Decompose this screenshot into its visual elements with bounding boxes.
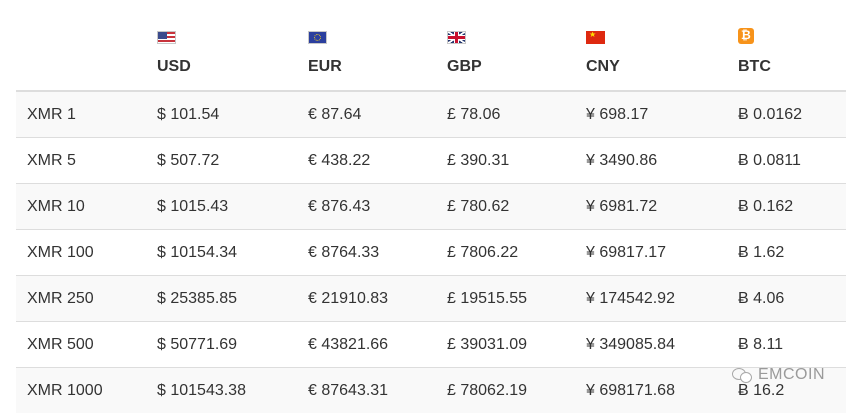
price-cell-btc: Ƀ 0.0811 [727,138,846,184]
price-cell-usd: $ 25385.85 [146,276,297,322]
row-label: XMR 1000 [16,368,146,413]
price-cell-gbp: £ 39031.09 [436,322,575,368]
price-cell-cny: ¥ 69817.17 [575,230,727,276]
row-label: XMR 1 [16,91,146,138]
header-label: BTC [738,58,771,75]
price-cell-gbp: £ 19515.55 [436,276,575,322]
conversion-table-container: USD EUR GBP CNY BTC [16,0,846,413]
price-cell-eur: € 876.43 [297,184,436,230]
row-label: XMR 100 [16,230,146,276]
table-row: XMR 1$ 101.54€ 87.64£ 78.06¥ 698.17Ƀ 0.0… [16,91,846,138]
price-cell-eur: € 8764.33 [297,230,436,276]
price-cell-cny: ¥ 349085.84 [575,322,727,368]
price-cell-btc: Ƀ 0.162 [727,184,846,230]
header-btc: BTC [727,0,846,91]
header-usd: USD [146,0,297,91]
table-row: XMR 1000$ 101543.38€ 87643.31£ 78062.19¥… [16,368,846,413]
price-cell-usd: $ 507.72 [146,138,297,184]
table-body: XMR 1$ 101.54€ 87.64£ 78.06¥ 698.17Ƀ 0.0… [16,91,846,413]
price-cell-gbp: £ 390.31 [436,138,575,184]
header-label: USD [157,58,191,75]
price-cell-btc: Ƀ 8.11 [727,322,846,368]
price-cell-usd: $ 10154.34 [146,230,297,276]
price-cell-cny: ¥ 174542.92 [575,276,727,322]
row-label: XMR 5 [16,138,146,184]
price-cell-eur: € 87643.31 [297,368,436,413]
header-gbp: GBP [436,0,575,91]
us-flag-icon [157,31,176,44]
price-cell-cny: ¥ 698.17 [575,91,727,138]
price-cell-eur: € 87.64 [297,91,436,138]
price-cell-cny: ¥ 3490.86 [575,138,727,184]
price-cell-eur: € 21910.83 [297,276,436,322]
table-row: XMR 10$ 1015.43€ 876.43£ 780.62¥ 6981.72… [16,184,846,230]
price-cell-btc: Ƀ 4.06 [727,276,846,322]
row-label: XMR 500 [16,322,146,368]
table-row: XMR 100$ 10154.34€ 8764.33£ 7806.22¥ 698… [16,230,846,276]
row-label: XMR 10 [16,184,146,230]
header-label: CNY [586,58,620,75]
price-cell-usd: $ 1015.43 [146,184,297,230]
header-label: EUR [308,58,342,75]
price-cell-eur: € 438.22 [297,138,436,184]
bitcoin-icon [738,28,754,44]
header-row: USD EUR GBP CNY BTC [16,0,846,91]
header-empty-cell [16,0,146,91]
price-cell-usd: $ 101543.38 [146,368,297,413]
wechat-icon [732,367,752,383]
table-row: XMR 5$ 507.72€ 438.22£ 390.31¥ 3490.86Ƀ … [16,138,846,184]
price-cell-eur: € 43821.66 [297,322,436,368]
price-cell-btc: Ƀ 0.0162 [727,91,846,138]
table-row: XMR 500$ 50771.69€ 43821.66£ 39031.09¥ 3… [16,322,846,368]
price-cell-gbp: £ 780.62 [436,184,575,230]
eu-flag-icon [308,31,327,44]
price-cell-gbp: £ 78062.19 [436,368,575,413]
header-cny: CNY [575,0,727,91]
gb-flag-icon [447,31,466,44]
row-label: XMR 250 [16,276,146,322]
table-row: XMR 250$ 25385.85€ 21910.83£ 19515.55¥ 1… [16,276,846,322]
watermark-text: EMCOIN [758,366,825,384]
price-cell-cny: ¥ 698171.68 [575,368,727,413]
cn-flag-icon [586,31,605,44]
price-cell-usd: $ 101.54 [146,91,297,138]
header-eur: EUR [297,0,436,91]
price-cell-gbp: £ 7806.22 [436,230,575,276]
price-cell-cny: ¥ 6981.72 [575,184,727,230]
price-cell-gbp: £ 78.06 [436,91,575,138]
xmr-conversion-table: USD EUR GBP CNY BTC [16,0,846,413]
price-cell-btc: Ƀ 1.62 [727,230,846,276]
watermark: EMCOIN [732,366,825,384]
header-label: GBP [447,58,482,75]
price-cell-usd: $ 50771.69 [146,322,297,368]
